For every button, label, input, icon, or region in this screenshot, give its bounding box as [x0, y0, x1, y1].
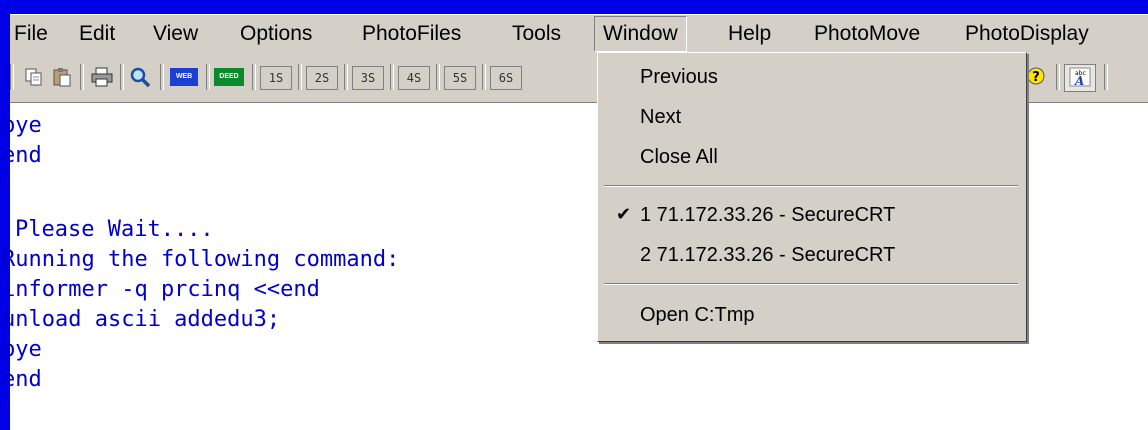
menu-item-close-all[interactable]: Close All [598, 139, 1026, 175]
menu-window[interactable]: Window [594, 16, 687, 52]
menu-separator [604, 185, 1018, 187]
menu-item-label: Previous [640, 66, 718, 88]
menu-item-label: Open C:Tmp [640, 304, 755, 326]
menu-item-window-2[interactable]: 2 71.172.33.26 - SecureCRT [598, 237, 1026, 273]
menu-separator [604, 283, 1018, 285]
search-icon[interactable] [128, 64, 152, 90]
toolbar-separator [80, 64, 84, 90]
menu-edit[interactable]: Edit [72, 15, 122, 53]
toolbar-separator [120, 64, 124, 90]
toolbar-separator [298, 64, 302, 90]
session-5s-button[interactable]: 5S [444, 66, 476, 90]
terminal-line: unload ascii addedu3; [2, 307, 281, 332]
toolbar-separator [436, 64, 440, 90]
menu-item-label: 1 71.172.33.26 - SecureCRT [640, 204, 896, 226]
menu-item-open-tmp[interactable]: Open C:Tmp [598, 297, 1026, 333]
session-1s-button[interactable]: 1S [260, 66, 292, 90]
print-icon[interactable] [90, 64, 114, 90]
toolbar-separator [1056, 64, 1060, 90]
menu-item-window-1[interactable]: ✔ 1 71.172.33.26 - SecureCRT [598, 197, 1026, 233]
toolbar-separator [10, 64, 14, 90]
terminal-line: bye [2, 337, 42, 362]
menu-photomove[interactable]: PhotoMove [807, 15, 927, 53]
svg-text:A: A [1074, 74, 1084, 88]
session-4s-button[interactable]: 4S [398, 66, 430, 90]
checkmark-icon: ✔ [616, 204, 632, 225]
help-question-icon[interactable]: ? [1024, 64, 1048, 90]
toolbar-separator [482, 64, 486, 90]
menu-options[interactable]: Options [233, 15, 319, 53]
font-abc-icon[interactable]: abc A [1064, 64, 1096, 92]
terminal-line: informer -q prcinq <<end [2, 277, 320, 302]
menu-help[interactable]: Help [721, 15, 778, 53]
menu-item-label: 2 71.172.33.26 - SecureCRT [640, 244, 896, 266]
session-2s-button[interactable]: 2S [306, 66, 338, 90]
window-menu-dropdown: Previous Next Close All ✔ 1 71.172.33.26… [597, 52, 1027, 342]
web-button[interactable]: WEB [170, 68, 198, 86]
menu-item-label: Close All [640, 146, 718, 168]
session-6s-button[interactable]: 6S [490, 66, 522, 90]
session-3s-button[interactable]: 3S [352, 66, 384, 90]
menu-item-previous[interactable]: Previous [598, 59, 1026, 95]
menu-photofiles[interactable]: PhotoFiles [355, 15, 468, 53]
toolbar-separator [390, 64, 394, 90]
terminal-line: bye [2, 113, 42, 138]
toolbar-separator [344, 64, 348, 90]
menu-item-label: Next [640, 106, 682, 128]
toolbar-separator [1104, 64, 1108, 90]
svg-text:?: ? [1032, 70, 1040, 85]
terminal-line: Running the following command: [2, 247, 400, 272]
menu-tools[interactable]: Tools [505, 15, 568, 53]
paste-icon[interactable] [50, 64, 74, 90]
menu-view[interactable]: View [146, 15, 205, 53]
toolbar-separator [252, 64, 256, 90]
terminal-line: end [2, 143, 42, 168]
toolbar-separator [160, 64, 164, 90]
menu-item-next[interactable]: Next [598, 99, 1026, 135]
copy-icon[interactable] [22, 64, 46, 90]
menu-photodisplay[interactable]: PhotoDisplay [958, 15, 1096, 53]
terminal-line: Please Wait.... [15, 217, 214, 242]
menu-file[interactable]: File [7, 15, 55, 53]
deed-button[interactable]: DEED [214, 68, 244, 86]
toolbar-separator [206, 64, 210, 90]
menu-bar: File Edit View Options PhotoFiles Tools … [10, 14, 1148, 53]
terminal-line: end [2, 367, 42, 392]
